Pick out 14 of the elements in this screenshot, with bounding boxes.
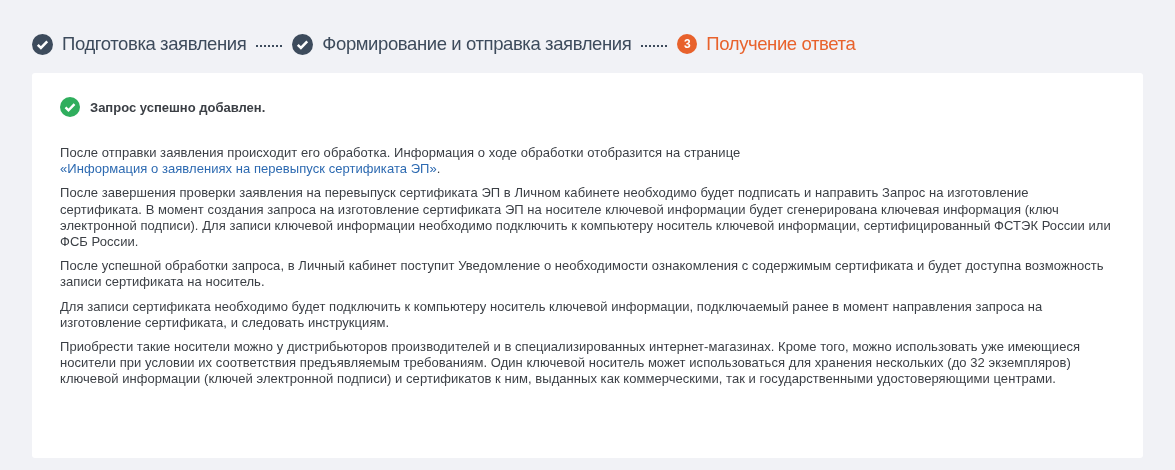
check-icon — [60, 97, 80, 117]
check-icon — [292, 33, 314, 55]
paragraph: После завершения проверки заявления на перевыпуск сертификата ЭП в Личном кабинете необходимо будет подписать и направить Запрос на изготовление сертификата. В момент создания запроса на изготовление сертификата ЭП на носителе ключевой информации будет сгенерирована ключевая информация (ключ электронной подписи). Для записи ключевой информации необходимо подключить к компьютеру носитель ключевой информации, сертифицированный ФСТЭК России или ФСБ России. — [60, 185, 1112, 251]
step-label: Формирование и отправка заявления — [322, 33, 632, 55]
step-label: Подготовка заявления — [62, 33, 247, 55]
paragraph: После успешной обработки запроса, в Личный кабинет поступит Уведомление о необходимости ознакомления с содержимым сертификата и будет доступна возможность записи сертификата на носитель. — [60, 258, 1105, 291]
step-label: Получение ответа — [706, 33, 856, 55]
page-link[interactable]: «Информация о заявлениях на перевыпуск сертификата ЭП» — [60, 161, 437, 177]
paragraph: После отправки заявления происходит его обработка. Информация о ходе обработки отобразится на странице «Информация о заявлениях на перевыпуск сертификата ЭП». — [60, 145, 742, 178]
step-number: 3 — [677, 34, 698, 54]
paragraph: Для записи сертификата необходимо будет подключить к компьютеру носитель ключевой информации, подключаемый ранее в момент направления запроса на изготовление сертификата, и следовать инструкциям. — [60, 298, 1044, 332]
success-message: Запрос успешно добавлен. — [90, 99, 266, 115]
paragraph: Приобрести такие носители можно у дистрибьюторов производителей и в специализированных интернет-магазинах. Кроме того, можно использовать уже имеющиеся носители при условии их соответствия предъявляемым требованиям. Один ключевой носитель может использоваться для хранения нескольких (до 32 экземпляров) ключевой информации (ключей электронной подписи) и сертификатов к ним, выданных как коммерческими, так и государственными удостоверяющими центрами. — [60, 339, 1082, 388]
check-icon — [32, 33, 53, 55]
